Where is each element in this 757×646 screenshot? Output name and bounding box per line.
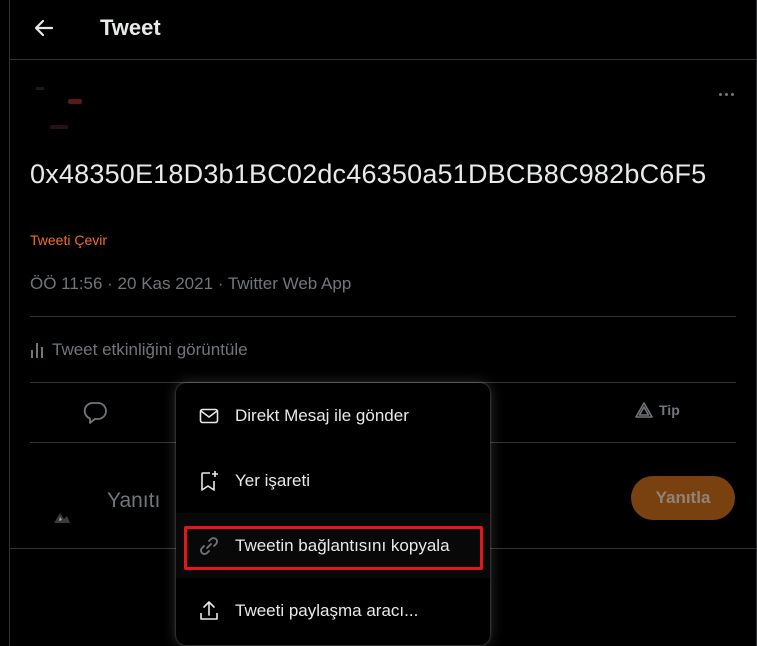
envelope-icon: [198, 405, 220, 427]
analytics-label: Tweet etkinliğini görüntüle: [52, 340, 248, 359]
share-menu: Direkt Mesaj ile gönder Yer işareti Twee…: [176, 383, 490, 645]
tip-label: Tip: [659, 402, 680, 418]
bookmark-add-icon: [198, 470, 220, 492]
menu-item-label: Yer işareti: [235, 470, 310, 490]
back-button[interactable]: [30, 14, 58, 42]
more-options-button[interactable]: [712, 82, 740, 106]
header: Tweet: [10, 0, 756, 60]
page-title: Tweet: [100, 15, 161, 40]
reply-submit-button[interactable]: Yanıtla: [631, 476, 735, 520]
translate-link[interactable]: Tweeti Çevir: [30, 232, 107, 248]
tip-icon: [635, 402, 653, 418]
menu-item-label: Tweeti paylaşma aracı...: [235, 600, 419, 620]
tweet-meta: ÖÖ 11:56 · 20 Kas 2021 · Twitter Web App: [30, 274, 352, 293]
menu-item-direct-message[interactable]: Direkt Mesaj ile gönder: [176, 383, 490, 448]
reply-avatar: [50, 503, 74, 527]
menu-item-label: Direkt Mesaj ile gönder: [235, 405, 409, 425]
dot-icon: [718, 92, 722, 96]
analytics-icon: [31, 343, 43, 358]
reply-icon: [83, 402, 107, 424]
dot-icon: [724, 92, 728, 96]
column-border-left: [9, 0, 10, 646]
divider: [30, 316, 736, 317]
analytics-link[interactable]: Tweet etkinliğini görüntüle: [30, 340, 248, 360]
dot-icon: [730, 92, 734, 96]
reply-input[interactable]: Yanıtı: [107, 489, 160, 513]
menu-item-bookmark[interactable]: Yer işareti: [176, 448, 490, 513]
reply-button[interactable]: [82, 399, 108, 430]
share-icon: [198, 600, 220, 622]
avatar[interactable]: [30, 85, 90, 135]
menu-item-share-via[interactable]: Tweeti paylaşma aracı...: [176, 578, 490, 643]
tweet-text: 0x48350E18D3b1BC02dc46350a51DBCB8C982bC6…: [30, 159, 707, 189]
tip-button[interactable]: Tip: [635, 402, 680, 418]
arrow-left-icon: [34, 19, 54, 37]
highlight-annotation: [184, 526, 483, 570]
